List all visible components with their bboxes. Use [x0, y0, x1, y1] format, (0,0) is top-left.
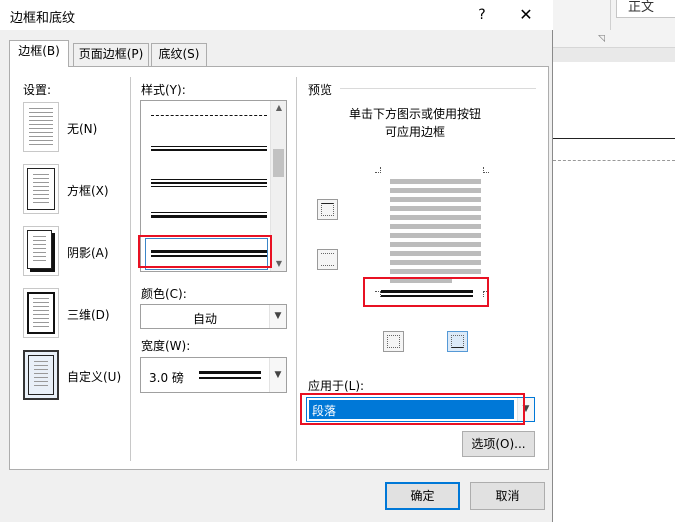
close-button[interactable]: ✕: [512, 3, 540, 27]
preview-text-line: [390, 278, 452, 283]
preview-bottom-border-thick: [381, 290, 473, 293]
help-button[interactable]: ?: [470, 3, 494, 27]
options-button[interactable]: 选项(O)...: [462, 431, 535, 457]
setting-custom-icon[interactable]: [23, 350, 59, 400]
dialog-titlebar[interactable]: 边框和底纹 ? ✕: [0, 0, 553, 30]
preview-text-line: [390, 215, 481, 220]
preview-text-line: [390, 224, 481, 229]
style-list[interactable]: ▲ ▼: [140, 100, 287, 272]
style-option-thick-thin[interactable]: [151, 250, 267, 257]
style-option-dashdot[interactable]: [151, 115, 267, 116]
document-border-line: [553, 138, 675, 139]
preview-text-line: [390, 179, 481, 184]
column-divider-right: [296, 77, 297, 461]
preview-separator: [340, 88, 536, 89]
color-dropdown[interactable]: 自动 ▼: [140, 304, 287, 329]
document-page[interactable]: [553, 62, 675, 522]
scroll-thumb[interactable]: [273, 149, 284, 177]
apply-to-selection: [309, 400, 514, 419]
preview-text-line: [390, 188, 481, 193]
setting-box-label[interactable]: 方框(X): [67, 182, 109, 199]
document-dashed-line: [553, 160, 675, 161]
preview-text-line: [390, 260, 481, 265]
ribbon-separator: [610, 0, 611, 30]
preview-instruction: 单击下方图示或使用按钮可应用边框: [348, 107, 481, 139]
preview-text-line: [390, 197, 481, 202]
chevron-down-icon[interactable]: ▼: [517, 398, 534, 421]
dialog-title: 边框和底纹: [10, 11, 76, 26]
setting-box-icon[interactable]: [23, 164, 59, 214]
bottom-border-button[interactable]: [447, 331, 468, 352]
preview-text-line: [390, 251, 481, 256]
apply-to-label: 应用于(L):: [308, 379, 365, 393]
style-option-triple[interactable]: [151, 179, 267, 187]
borders-and-shading-dialog: 边框和底纹 ? ✕ 边框(B) 页面边框(P) 底纹(S) 设置: 无(N) 方…: [0, 0, 553, 522]
tab-panel: 设置: 无(N) 方框(X) 阴影(A) 三维(D) 自定义(U) 样式(Y):: [9, 66, 549, 470]
color-label: 颜色(C):: [141, 287, 187, 301]
preview-text-line: [390, 242, 481, 247]
width-sample-thick: [199, 371, 261, 374]
tab-page-border[interactable]: 页面边框(P): [73, 43, 149, 66]
style-label: 样式(Y):: [141, 83, 186, 97]
setting-custom-label[interactable]: 自定义(U): [67, 368, 121, 385]
preview-text-line: [390, 206, 481, 211]
chevron-down-icon[interactable]: ▼: [269, 358, 286, 392]
preview-text-line: [390, 233, 481, 238]
top-border-button[interactable]: [317, 199, 338, 220]
setting-none-label[interactable]: 无(N): [67, 120, 97, 137]
setting-shadow-icon[interactable]: [23, 226, 59, 276]
setting-none-icon[interactable]: [23, 102, 59, 152]
apply-to-dropdown[interactable]: 段落 ▼: [306, 397, 535, 422]
width-label: 宽度(W):: [141, 339, 191, 353]
scroll-down-icon[interactable]: ▼: [271, 257, 286, 271]
color-value: 自动: [193, 312, 218, 326]
tab-borders[interactable]: 边框(B): [9, 40, 69, 67]
chevron-down-icon[interactable]: ▼: [269, 305, 286, 328]
inside-border-button[interactable]: [317, 249, 338, 270]
style-option-double[interactable]: [151, 146, 267, 151]
preview-bottom-border-thin: [381, 295, 473, 297]
scroll-up-icon[interactable]: ▲: [271, 101, 286, 115]
style-list-scrollbar[interactable]: ▲ ▼: [270, 101, 286, 271]
style-option-thin-thick[interactable]: [151, 212, 267, 218]
width-value: 3.0 磅: [149, 371, 184, 385]
setting-3d-icon[interactable]: [23, 288, 59, 338]
cancel-button[interactable]: 取消: [470, 482, 545, 510]
width-dropdown[interactable]: 3.0 磅 ▼: [140, 357, 287, 393]
width-sample-thin: [199, 377, 261, 379]
dialog-launcher-icon[interactable]: ◹: [598, 34, 605, 44]
column-divider-left: [130, 77, 131, 461]
setting-3d-label[interactable]: 三维(D): [67, 306, 110, 323]
apply-to-value: 段落: [312, 404, 337, 418]
style-gallery-text: 正文: [628, 0, 655, 15]
tab-shading[interactable]: 底纹(S): [151, 43, 207, 66]
preview-label: 预览: [308, 83, 333, 97]
setting-shadow-label[interactable]: 阴影(A): [67, 244, 109, 261]
left-border-button[interactable]: [383, 331, 404, 352]
settings-label: 设置:: [23, 83, 52, 97]
preview-text-line: [390, 269, 481, 274]
ok-button[interactable]: 确定: [385, 482, 460, 510]
